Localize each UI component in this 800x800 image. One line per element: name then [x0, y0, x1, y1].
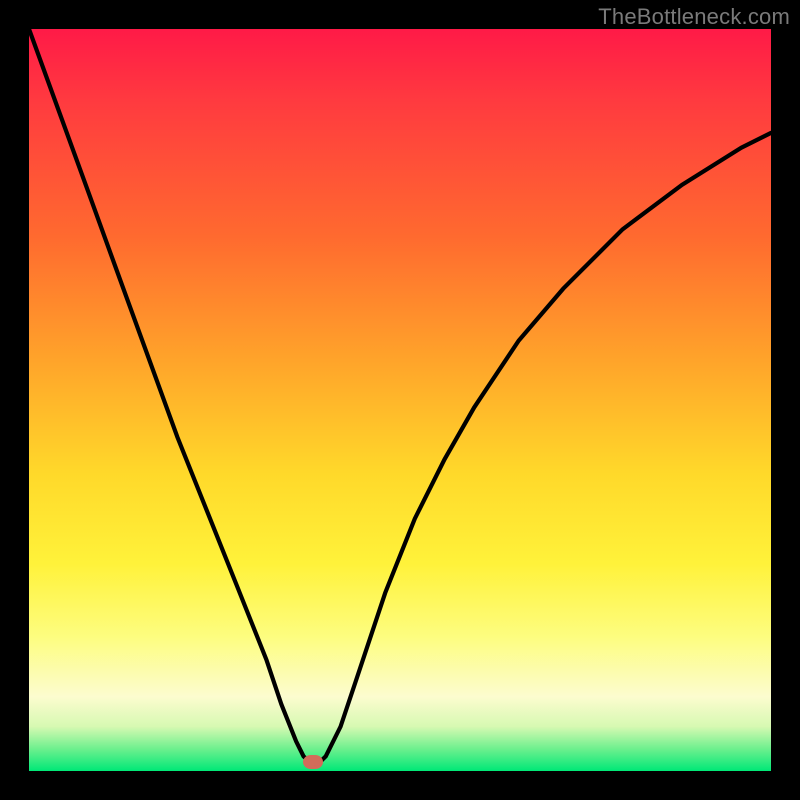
watermark-text: TheBottleneck.com [598, 4, 790, 30]
plot-area [29, 29, 771, 771]
optimum-marker [303, 755, 323, 769]
bottleneck-curve [29, 29, 771, 771]
chart-frame: TheBottleneck.com [0, 0, 800, 800]
